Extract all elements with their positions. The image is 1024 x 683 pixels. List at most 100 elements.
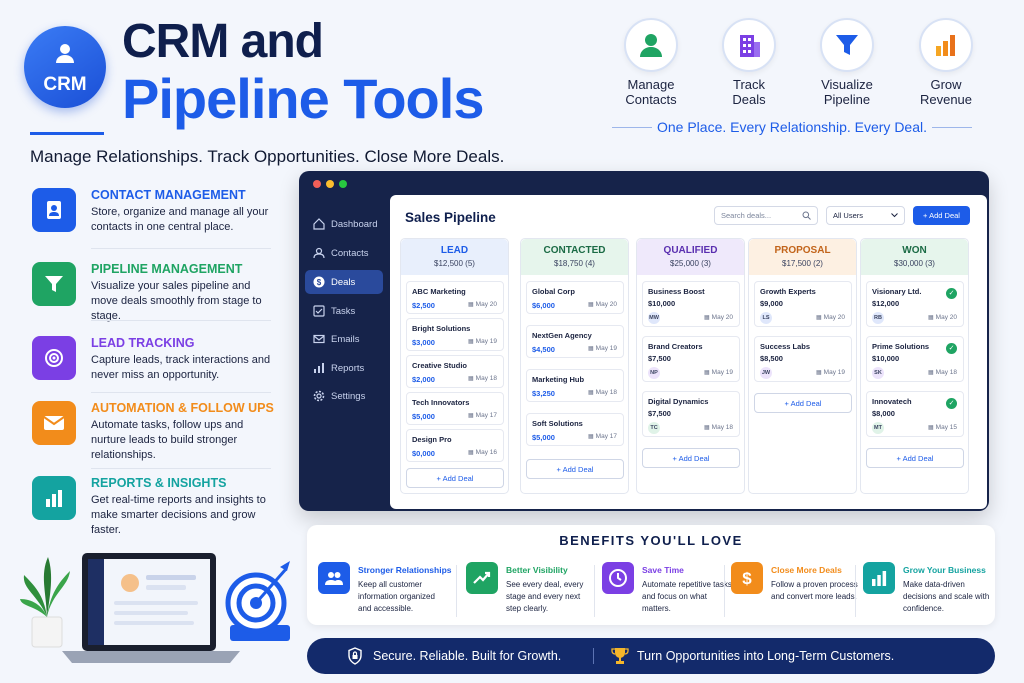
deal-date: ▦ May 19 (588, 345, 617, 352)
deal-card[interactable]: Creative Studio $2,000 ▦ May 18 (406, 355, 504, 388)
deal-amount: $5,000 (412, 412, 435, 421)
close-dot-icon[interactable] (313, 180, 321, 188)
pipeline-title: Sales Pipeline (405, 210, 496, 225)
top-feature-label: Deals (732, 92, 766, 107)
deal-date-text: May 18 (475, 375, 497, 382)
deal-name: Soft Solutions (532, 419, 583, 428)
add-deal-button[interactable]: + Add Deal (913, 206, 970, 225)
deal-card[interactable]: Business Boost $10,000 ▦ May 20 MW (642, 281, 740, 327)
add-deal-card-button[interactable]: + Add Deal (406, 468, 504, 488)
minimize-dot-icon[interactable] (326, 180, 334, 188)
user-filter-select[interactable]: All Users (826, 206, 905, 225)
deal-name: Success Labs (760, 342, 811, 351)
deal-card[interactable]: Digital Dynamics $7,500 ▦ May 18 TC (642, 391, 740, 437)
avatar: NP (648, 367, 660, 379)
deal-date-text: May 20 (475, 301, 497, 308)
page-title-line2: Pipeline Tools (122, 67, 484, 130)
deal-card[interactable]: Visionary Ltd. $12,000 ▦ May 20 RB ✓ (866, 281, 964, 327)
search-input[interactable]: Search deals... (714, 206, 818, 225)
deal-name: Bright Solutions (412, 324, 471, 333)
crm-logo: CRM (24, 26, 106, 108)
deal-date-text: May 20 (595, 301, 617, 308)
feature-description: Automate tasks, follow ups and nurture l… (91, 419, 244, 461)
maximize-dot-icon[interactable] (339, 180, 347, 188)
add-deal-card-button[interactable]: + Add Deal (526, 459, 624, 479)
top-feature-label: Track (732, 77, 766, 92)
deal-card[interactable]: NextGen Agency $4,500 ▦ May 19 (526, 325, 624, 358)
footer-banner: Secure. Reliable. Built for Growth. Turn… (307, 638, 995, 674)
top-feature-manage-contacts: Manage Contacts (606, 18, 696, 107)
deal-date: ▦ May 20 (588, 301, 617, 308)
deal-date-text: May 17 (475, 412, 497, 419)
user-filter-value: All Users (833, 211, 864, 220)
check-icon: ✓ (946, 288, 957, 299)
deal-card[interactable]: Prime Solutions $10,000 ▦ May 18 SK ✓ (866, 336, 964, 382)
divider (91, 320, 271, 321)
add-deal-card-button[interactable]: + Add Deal (642, 448, 740, 468)
feature-lead-tracking: LEAD TRACKING Capture leads, track inter… (32, 336, 272, 396)
column-header: CONTACTED $18,750 (4) (521, 239, 628, 275)
calendar-icon: ▦ (588, 346, 594, 352)
divider (91, 392, 271, 393)
deal-card[interactable]: Success Labs $8,500 ▦ May 19 JW (754, 336, 852, 382)
deal-card[interactable]: Innovatech $8,000 ▦ May 15 MT ✓ (866, 391, 964, 437)
sidebar-item-settings[interactable]: Settings (305, 384, 383, 408)
deal-date: ▦ May 18 (704, 424, 733, 431)
feature-description: Store, organize and manage all your cont… (91, 206, 269, 233)
deal-amount: $3,000 (412, 338, 435, 347)
feature-contact-management: CONTACT MANAGEMENT Store, organize and m… (32, 188, 272, 248)
sidebar-item-tasks[interactable]: Tasks (305, 299, 383, 323)
deal-date-text: May 19 (711, 369, 733, 376)
column-total: $25,000 (3) (670, 259, 711, 268)
pipeline-column-lead: LEAD $12,500 (5) ABC Marketing $2,500 ▦ May 2… (400, 238, 509, 494)
sidebar-item-contacts[interactable]: Contacts (305, 241, 383, 265)
deal-amount: $12,000 (872, 299, 900, 308)
deal-date-text: May 18 (711, 424, 733, 431)
deal-date-text: May 20 (711, 314, 733, 321)
top-feature-label: Manage (627, 77, 675, 92)
sidebar-item-deals[interactable]: $ Deals (305, 270, 383, 294)
calendar-icon: ▦ (704, 425, 710, 431)
pipeline-column-qualified: QUALIFIED $25,000 (3) Business Boost $10,00… (636, 238, 745, 494)
sidebar-item-label: Dashboard (331, 218, 378, 230)
deal-card[interactable]: ABC Marketing $2,500 ▦ May 20 (406, 281, 504, 314)
sidebar-item-dashboard[interactable]: Dashboard (305, 212, 383, 236)
calendar-icon: ▦ (816, 315, 822, 321)
add-deal-card-button[interactable]: + Add Deal (754, 393, 852, 413)
benefit-description: Automate repetitive tasks and focus on w… (642, 580, 732, 613)
deal-date-text: May 19 (475, 338, 497, 345)
deal-name: Business Boost (648, 287, 705, 296)
dollar-icon: $ (731, 562, 763, 594)
sidebar-item-emails[interactable]: Emails (305, 327, 383, 351)
deal-card[interactable]: Design Pro $0,000 ▦ May 16 (406, 429, 504, 462)
add-deal-card-button[interactable]: + Add Deal (866, 448, 964, 468)
deal-card[interactable]: Global Corp $6,000 ▦ May 20 (526, 281, 624, 314)
top-feature-label: Contacts (625, 92, 677, 107)
gear-icon (313, 390, 325, 402)
tagline: One Place. Every Relationship. Every Dea… (612, 119, 972, 135)
footer-left-text: Secure. Reliable. Built for Growth. (373, 649, 562, 663)
deal-card[interactable]: Bright Solutions $3,000 ▦ May 19 (406, 318, 504, 351)
deal-card[interactable]: Soft Solutions $5,000 ▦ May 17 (526, 413, 624, 446)
sidebar-item-reports[interactable]: Reports (305, 356, 383, 380)
bar-chart-icon (32, 476, 76, 520)
feature-description: Visualize your sales pipeline and move d… (91, 280, 262, 322)
search-icon (802, 211, 811, 220)
deal-card[interactable]: Tech Innovators $5,000 ▦ May 17 (406, 392, 504, 425)
check-icon: ✓ (946, 343, 957, 354)
deal-date: ▦ May 15 (928, 424, 957, 431)
benefit-description: See every deal, every stage and every ne… (506, 580, 584, 613)
deal-name: Innovatech (872, 397, 912, 406)
contact-book-icon (32, 188, 76, 232)
pipeline-column-contacted: CONTACTED $18,750 (4) Global Corp $6,000 ▦ Ma… (520, 238, 629, 494)
building-icon (740, 35, 760, 57)
calendar-icon: ▦ (928, 370, 934, 376)
column-name: QUALIFIED (663, 245, 718, 256)
deal-card[interactable]: Brand Creators $7,500 ▦ May 19 NP (642, 336, 740, 382)
deal-card[interactable]: Marketing Hub $3,250 ▦ May 18 (526, 369, 624, 402)
deal-date-text: May 18 (595, 389, 617, 396)
calendar-icon: ▦ (928, 425, 934, 431)
deal-name: Tech Innovators (412, 398, 470, 407)
deal-card[interactable]: Growth Experts $9,000 ▦ May 20 LS (754, 281, 852, 327)
check-icon: ✓ (946, 398, 957, 409)
